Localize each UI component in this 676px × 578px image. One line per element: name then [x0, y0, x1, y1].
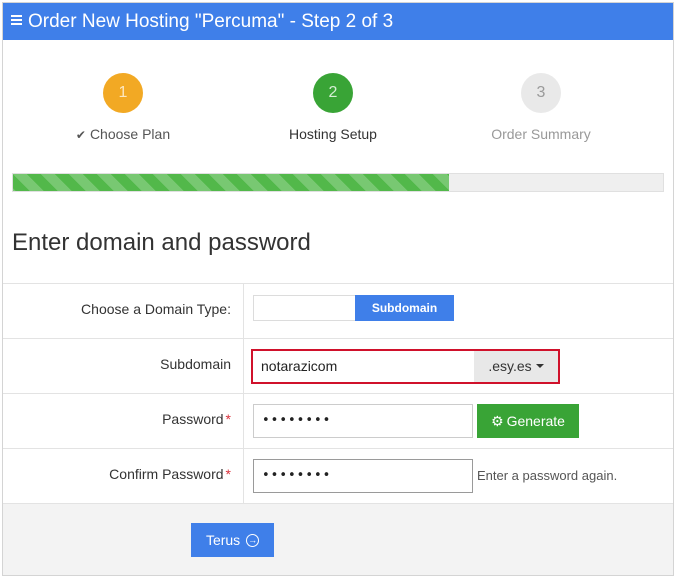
subdomain-input-group: notarazicom .esy.es: [251, 349, 560, 384]
required-mark: *: [225, 411, 231, 427]
step-number-circle: 3: [521, 73, 561, 113]
step-number-circle: 2: [313, 73, 353, 113]
form-footer: Terus →: [3, 503, 673, 575]
generate-password-button[interactable]: ⚙ Generate: [477, 404, 579, 438]
confirm-password-label: Confirm Password: [109, 466, 224, 482]
subdomain-row: Subdomain notarazicom .esy.es: [3, 338, 673, 394]
page-title: Order New Hosting "Percuma" - Step 2 of …: [28, 11, 394, 32]
arrow-right-circle-icon: →: [246, 533, 260, 547]
gear-icon: ⚙: [491, 413, 504, 429]
domain-type-row: Choose a Domain Type: Subdomain: [3, 283, 673, 339]
step-hosting-setup: 2 Hosting Setup: [233, 73, 433, 142]
caret-down-icon: [535, 364, 544, 369]
confirm-password-row: Confirm Password * •••••••• Enter a passw…: [3, 448, 673, 504]
confirm-password-hint: Enter a password again.: [477, 468, 618, 483]
domain-type-label: Choose a Domain Type:: [81, 301, 231, 317]
progress-bar: [12, 173, 664, 192]
required-mark: *: [225, 466, 231, 482]
panel-header: Order New Hosting "Percuma" - Step 2 of …: [3, 3, 673, 40]
menu-icon: [11, 14, 22, 25]
domain-suffix-dropdown[interactable]: .esy.es: [474, 351, 558, 382]
password-label: Password: [162, 411, 224, 427]
step-order-summary: 3 Order Summary: [441, 73, 641, 142]
domain-password-form: Choose a Domain Type: Subdomain Subdomai…: [3, 283, 673, 504]
step-label: Hosting Setup: [289, 126, 377, 142]
domain-suffix-value: .esy.es: [488, 358, 532, 374]
subdomain-input[interactable]: notarazicom: [253, 351, 474, 382]
step-number-circle: 1: [103, 73, 143, 113]
domain-type-option-empty[interactable]: [254, 296, 355, 320]
section-title: Enter domain and password: [12, 229, 311, 256]
subdomain-label: Subdomain: [160, 356, 231, 372]
order-panel: Order New Hosting "Percuma" - Step 2 of …: [2, 2, 674, 576]
domain-type-option-subdomain[interactable]: Subdomain: [355, 295, 454, 321]
step-choose-plan[interactable]: 1 ✔ Choose Plan: [23, 73, 223, 142]
continue-button[interactable]: Terus →: [191, 523, 274, 557]
confirm-password-input[interactable]: ••••••••: [253, 459, 473, 493]
password-input[interactable]: ••••••••: [253, 404, 473, 438]
password-row: Password * •••••••• ⚙ Generate: [3, 393, 673, 449]
domain-type-toggle: Subdomain: [253, 295, 454, 321]
progress-bar-fill: [13, 174, 449, 191]
step-wizard: 1 ✔ Choose Plan 2 Hosting Setup 3 Order S…: [3, 73, 673, 143]
step-label: Choose Plan: [89, 126, 171, 142]
step-label: Order Summary: [491, 126, 591, 142]
check-icon: ✔: [75, 128, 86, 142]
